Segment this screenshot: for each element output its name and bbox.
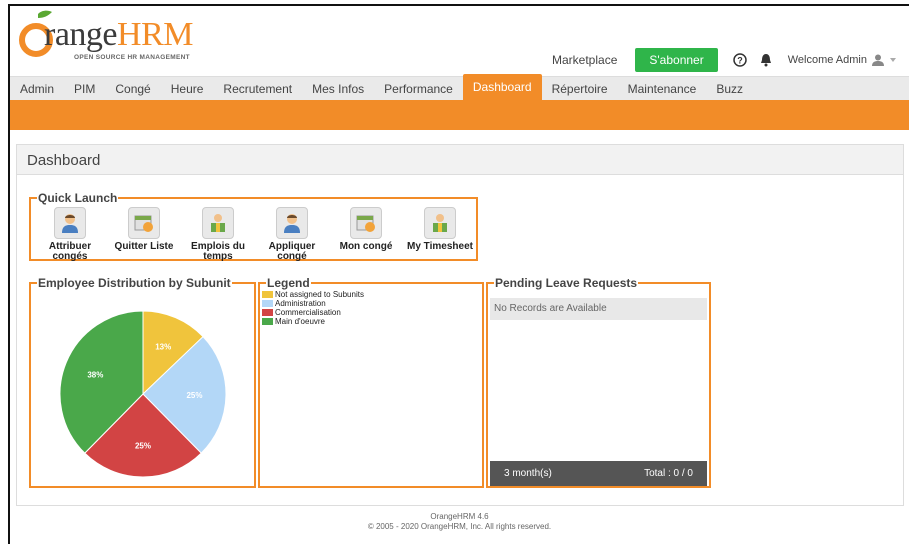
distribution-pie-chart: 13% 25% 25% 38% [59, 310, 227, 478]
menu-item-admin[interactable]: Admin [10, 77, 64, 100]
welcome-menu[interactable]: Welcome Admin [788, 53, 897, 67]
pie-label-2: 25% [135, 441, 151, 450]
legend-item: Administration [262, 299, 480, 308]
distribution-title: Employee Distribution by Subunit [38, 276, 231, 290]
header: rangeHRM OPEN SOURCE HR MANAGEMENT Marke… [10, 6, 909, 76]
quick-launch-my-leave[interactable]: Mon congé [333, 207, 399, 262]
legend-list: Not assigned to Subunits Administration Co… [260, 290, 482, 326]
svg-text:?: ? [737, 56, 743, 66]
menu-item-recruitment[interactable]: Recrutement [213, 77, 302, 100]
marketplace-link[interactable]: Marketplace [552, 53, 617, 67]
legend-swatch [262, 309, 273, 316]
menu-item-leave[interactable]: Congé [105, 77, 160, 100]
pending-period: 3 month(s) [504, 468, 552, 479]
page-title: Dashboard [17, 145, 903, 175]
calendar-icon [350, 207, 382, 239]
menu-item-dashboard[interactable]: Dashboard [462, 74, 542, 100]
menu-item-my-info[interactable]: Mes Infos [302, 77, 374, 100]
menu-item-buzz[interactable]: Buzz [706, 77, 753, 100]
dashboard-panel: Dashboard Quick Launch Attribuer congés … [16, 144, 904, 506]
quick-launch-assign-leave[interactable]: Attribuer congés [37, 207, 103, 262]
menu-item-maintenance[interactable]: Maintenance [618, 77, 707, 100]
user-icon [872, 54, 884, 66]
legend-label: Main d'oeuvre [275, 317, 325, 326]
pending-footer: 3 month(s) Total : 0 / 0 [490, 461, 707, 486]
pie-label-3: 38% [87, 370, 103, 379]
legend-item: Not assigned to Subunits [262, 290, 480, 299]
pending-leave-requests: Pending Leave Requests No Records are Av… [486, 276, 711, 488]
menu-item-pim[interactable]: PIM [64, 77, 105, 100]
quick-launch-timesheets[interactable]: Emplois du temps [185, 207, 251, 262]
quick-launch: Quick Launch Attribuer congés Quitter Li… [29, 191, 478, 262]
legend-label: Commercialisation [275, 308, 341, 317]
pending-empty-message: No Records are Available [490, 298, 707, 320]
quick-launch-leave-list[interactable]: Quitter Liste [111, 207, 177, 262]
subscribe-button[interactable]: S'abonner [635, 48, 718, 72]
footer: OrangeHRM 4.6 © 2005 - 2020 OrangeHRM, I… [10, 512, 909, 532]
pie-label-0: 13% [155, 343, 171, 352]
distribution-legend: Legend Not assigned to Subunits Administr… [258, 276, 484, 488]
quick-launch-my-timesheet[interactable]: My Timesheet [407, 207, 473, 262]
header-actions: Marketplace S'abonner ? Welcome Admin [552, 48, 897, 72]
pending-title: Pending Leave Requests [495, 276, 638, 290]
legend-swatch [262, 291, 273, 298]
legend-title: Legend [267, 276, 310, 290]
menu-item-time[interactable]: Heure [161, 77, 214, 100]
logo-tagline: OPEN SOURCE HR MANAGEMENT [74, 54, 190, 61]
footer-copyright: © 2005 - 2020 OrangeHRM, Inc. All rights… [367, 522, 552, 531]
legend-item: Main d'oeuvre [262, 317, 480, 326]
bell-icon[interactable] [758, 52, 774, 68]
pending-total: Total : 0 / 0 [644, 468, 693, 479]
legend-item: Commercialisation [262, 308, 480, 317]
footer-version: OrangeHRM 4.6 [430, 512, 489, 521]
quick-launch-title: Quick Launch [38, 191, 118, 205]
employee-distribution: Employee Distribution by Subunit 13% 25% 2… [29, 276, 256, 488]
chevron-down-icon [890, 58, 896, 62]
submenu-bar [10, 100, 909, 130]
legend-label: Administration [275, 299, 326, 308]
quick-launch-apply-leave[interactable]: Appliquer congé [259, 207, 325, 262]
legend-swatch [262, 300, 273, 307]
user-icon [276, 207, 308, 239]
help-icon[interactable]: ? [732, 52, 748, 68]
legend-swatch [262, 318, 273, 325]
user-icon [54, 207, 86, 239]
logo[interactable]: rangeHRM OPEN SOURCE HR MANAGEMENT [18, 10, 258, 68]
welcome-text: Welcome Admin [787, 54, 867, 66]
legend-label: Not assigned to Subunits [275, 290, 364, 299]
logo-text: rangeHRM [44, 16, 193, 53]
menu-item-performance[interactable]: Performance [374, 77, 463, 100]
main-menu: Admin PIM Congé Heure Recrutement Mes In… [10, 74, 909, 100]
menu-item-directory[interactable]: Répertoire [542, 77, 618, 100]
timesheet-icon [202, 207, 234, 239]
timesheet-icon [424, 207, 456, 239]
calendar-icon [128, 207, 160, 239]
pie-label-1: 25% [186, 391, 202, 400]
pending-body: No Records are Available 3 month(s) Tota… [490, 298, 707, 486]
